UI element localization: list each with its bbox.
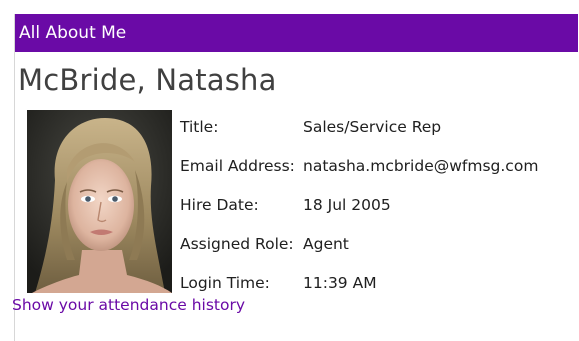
field-row-title: Title: Sales/Service Rep — [180, 113, 538, 152]
field-row-hire-date: Hire Date: 18 Jul 2005 — [180, 191, 538, 230]
field-value: natasha.mcbride@wfmsg.com — [303, 157, 539, 175]
field-value: Agent — [303, 235, 349, 253]
field-label: Email Address: — [180, 157, 295, 175]
portrait-icon — [27, 110, 172, 293]
field-value: Sales/Service Rep — [303, 118, 442, 136]
field-label: Hire Date: — [180, 196, 259, 214]
panel-header: All About Me — [15, 14, 578, 52]
field-row-assigned-role: Assigned Role: Agent — [180, 230, 538, 269]
attendance-history-link[interactable]: Show your attendance history — [12, 296, 245, 314]
field-value: 11:39 AM — [303, 274, 377, 292]
field-label: Title: — [180, 118, 219, 136]
employee-name: McBride, Natasha — [18, 63, 277, 97]
employee-photo — [27, 110, 172, 293]
field-label: Login Time: — [180, 274, 270, 292]
panel-title: All About Me — [19, 23, 127, 43]
profile-fields: Title: Sales/Service Rep Email Address: na… — [180, 113, 538, 308]
field-label: Assigned Role: — [180, 235, 294, 253]
field-row-email: Email Address: natasha.mcbride@wfmsg.com — [180, 152, 538, 191]
all-about-me-panel: All About Me McBride, Natasha Title: Sal… — [14, 14, 578, 341]
field-value: 18 Jul 2005 — [303, 196, 391, 214]
